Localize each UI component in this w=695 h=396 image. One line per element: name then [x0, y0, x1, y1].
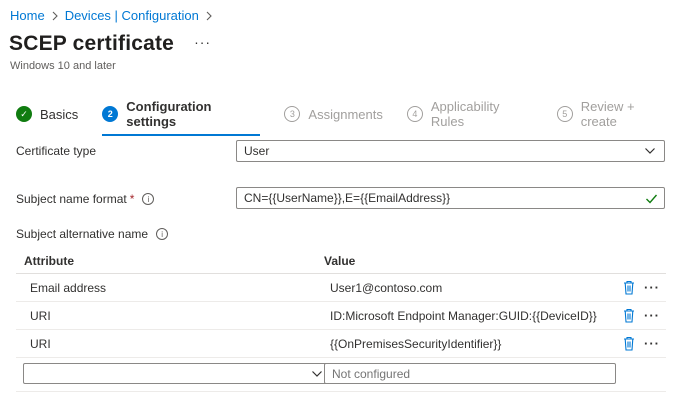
column-header-value: Value	[324, 253, 356, 268]
table-row: Email address User1@contoso.com ···	[16, 274, 666, 302]
chevron-right-icon	[206, 11, 212, 20]
row-value: User1@contoso.com	[330, 280, 443, 295]
row-value: ID:Microsoft Endpoint Manager:GUID:{{Dev…	[330, 308, 597, 323]
trash-icon[interactable]	[623, 336, 635, 351]
row-attribute: Email address	[30, 280, 107, 295]
table-row: URI ID:Microsoft Endpoint Manager:GUID:{…	[16, 302, 666, 330]
new-san-row	[16, 358, 666, 392]
more-horizontal-icon[interactable]: ···	[644, 337, 660, 350]
step-configuration-settings[interactable]: 2 Configuration settings	[102, 99, 261, 136]
page-subtitle: Windows 10 and later	[10, 60, 116, 72]
step-basics[interactable]: ✓ Basics	[16, 106, 78, 122]
step-number-badge: 3	[284, 106, 301, 122]
breadcrumb-home-link[interactable]: Home	[10, 8, 45, 23]
step-number-badge: 5	[556, 106, 573, 122]
subject-alt-name-label: Subject alternative name i	[16, 227, 169, 241]
row-attribute: URI	[30, 336, 51, 351]
chevron-down-icon	[645, 148, 655, 154]
certificate-type-dropdown[interactable]: User	[236, 140, 665, 162]
step-applicability-rules[interactable]: 4 Applicability Rules	[406, 99, 533, 129]
info-icon[interactable]: i	[142, 193, 155, 205]
trash-icon[interactable]	[623, 308, 635, 323]
step-label: Basics	[40, 106, 79, 122]
row-actions: ···	[623, 308, 660, 323]
table-row: URI {{OnPremisesSecurityIdentifier}} ···	[16, 330, 666, 358]
more-horizontal-icon[interactable]: ···	[644, 309, 660, 322]
subject-name-format-label: Subject name format * i	[16, 192, 155, 206]
subject-name-format-value: CN={{UserName}},E={{EmailAddress}}	[244, 191, 451, 205]
san-table-header: Attribute Value	[16, 248, 666, 274]
certificate-type-label: Certificate type	[16, 144, 96, 158]
step-assignments[interactable]: 3 Assignments	[284, 106, 383, 122]
new-attribute-dropdown[interactable]	[23, 363, 331, 384]
more-horizontal-icon[interactable]: ···	[644, 281, 660, 294]
certificate-type-label-text: Certificate type	[16, 144, 97, 158]
chevron-right-icon	[52, 11, 58, 20]
row-attribute: URI	[30, 308, 51, 323]
chevron-down-icon	[312, 371, 322, 377]
step-number-badge: 2	[102, 106, 119, 122]
step-label: Assignments	[308, 106, 383, 122]
new-value-input[interactable]	[324, 363, 616, 384]
wizard-steps: ✓ Basics 2 Configuration settings 3 Assi…	[16, 99, 695, 136]
subject-name-format-label-text: Subject name format	[16, 192, 127, 206]
checkmark-icon	[646, 194, 658, 204]
info-icon[interactable]: i	[156, 228, 169, 240]
subject-alt-name-label-text: Subject alternative name	[16, 227, 149, 241]
checkmark-icon: ✓	[16, 106, 32, 122]
title-row: SCEP certificate ···	[9, 32, 211, 56]
row-actions: ···	[623, 336, 660, 351]
required-marker: *	[129, 192, 135, 206]
trash-icon[interactable]	[623, 280, 635, 295]
certificate-type-value: User	[244, 144, 270, 158]
san-table: Attribute Value Email address User1@cont…	[16, 248, 666, 392]
step-label: Applicability Rules	[430, 99, 500, 129]
column-header-attribute: Attribute	[24, 253, 74, 268]
step-label: Review + create	[580, 99, 635, 129]
step-label: Configuration settings	[126, 99, 212, 129]
row-actions: ···	[623, 280, 660, 295]
breadcrumb: Home Devices | Configuration	[10, 8, 213, 23]
step-review-create[interactable]: 5 Review + create	[556, 99, 671, 129]
subject-name-format-input[interactable]: CN={{UserName}},E={{EmailAddress}}	[236, 187, 665, 209]
more-options-icon[interactable]: ···	[194, 34, 211, 50]
breadcrumb-devices-configuration-link[interactable]: Devices | Configuration	[65, 8, 199, 23]
row-value: {{OnPremisesSecurityIdentifier}}	[330, 336, 502, 351]
step-number-badge: 4	[406, 106, 423, 122]
page-title: SCEP certificate	[9, 32, 175, 55]
